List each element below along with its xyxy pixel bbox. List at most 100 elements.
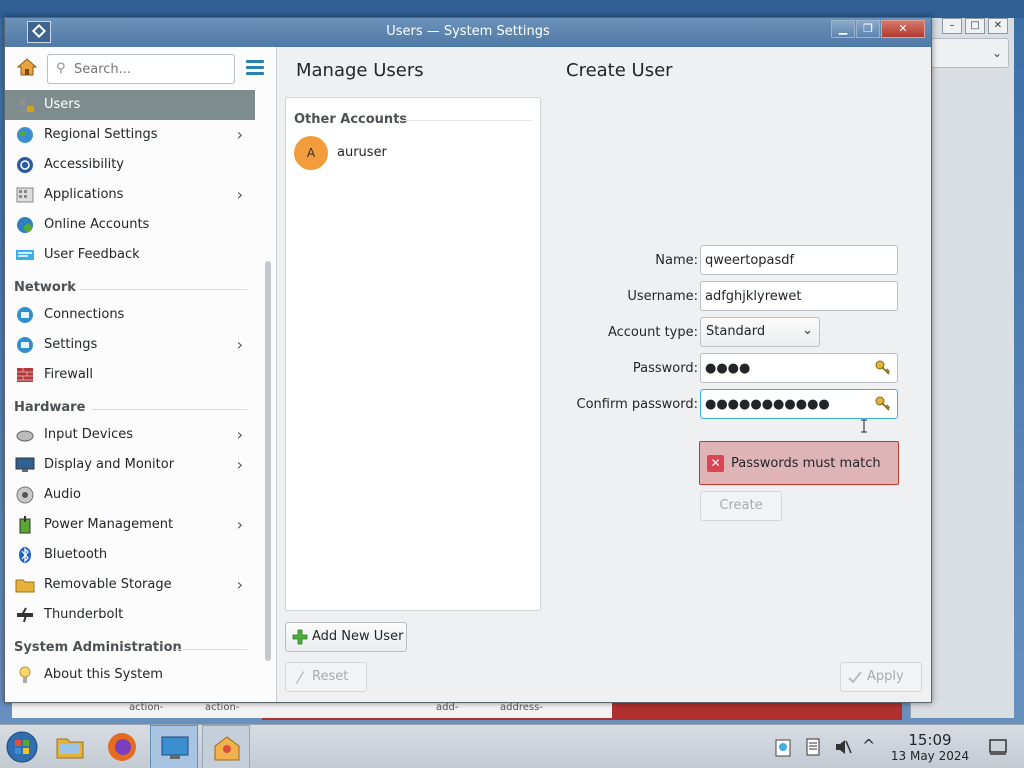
- volume-muted-icon[interactable]: [834, 737, 852, 757]
- start-menu-icon[interactable]: [6, 731, 38, 763]
- hamburger-menu-icon[interactable]: [246, 60, 264, 75]
- maximize-button[interactable]: ❐: [856, 20, 880, 38]
- reset-icon: [296, 671, 304, 684]
- reset-button[interactable]: Reset: [285, 662, 367, 692]
- sidebar-list: Users Regional Settings › Accessibility …: [5, 90, 255, 690]
- section-divider: [91, 409, 247, 410]
- main-content: Manage Users Create User Other Accounts …: [277, 47, 931, 702]
- password-input[interactable]: [705, 359, 870, 377]
- sidebar-item-regional-settings[interactable]: Regional Settings ›: [5, 120, 255, 150]
- password-generator-key-icon[interactable]: [875, 360, 891, 376]
- confirm-password-input[interactable]: [705, 395, 870, 413]
- chevron-up-icon[interactable]: ^: [862, 736, 875, 755]
- firefox-icon[interactable]: [106, 731, 138, 763]
- minimize-button[interactable]: ▁: [831, 20, 855, 38]
- window-controls: ▁ ❐ ✕: [831, 20, 925, 38]
- notes-tray-icon[interactable]: [804, 737, 822, 757]
- close-button[interactable]: ✕: [881, 20, 925, 38]
- search-input[interactable]: [74, 59, 229, 79]
- button-label: Add New User: [312, 629, 404, 644]
- minimize-icon[interactable]: –: [942, 18, 962, 34]
- search-icon: ⚲: [56, 61, 66, 76]
- sidebar-item-label: Display and Monitor: [44, 457, 175, 472]
- chevron-down-icon: ⌄: [802, 323, 813, 338]
- sidebar-item-label: Settings: [44, 337, 98, 352]
- sidebar-item-removable-storage[interactable]: Removable Storage ›: [5, 570, 255, 600]
- show-desktop-icon[interactable]: [988, 737, 1008, 757]
- sidebar-item-bluetooth[interactable]: Bluetooth: [5, 540, 255, 570]
- clock-time[interactable]: 15:09: [890, 731, 970, 749]
- sidebar-item-firewall[interactable]: Firewall: [5, 360, 255, 390]
- button-label: Reset: [312, 669, 349, 684]
- sidebar-item-label: Connections: [44, 307, 125, 322]
- users-icon: [17, 98, 34, 113]
- username-input[interactable]: [705, 287, 870, 305]
- sidebar-item-power-management[interactable]: Power Management ›: [5, 510, 255, 540]
- search-field[interactable]: ⚲: [47, 54, 235, 84]
- sidebar-item-users[interactable]: Users: [5, 90, 255, 120]
- name-label: Name:: [655, 253, 698, 268]
- username-field[interactable]: [700, 281, 898, 311]
- account-list-item[interactable]: A auruser: [286, 136, 540, 172]
- file-manager-icon[interactable]: [54, 731, 86, 763]
- apply-button[interactable]: Apply: [840, 662, 922, 692]
- button-label: Create: [719, 498, 763, 513]
- chevron-right-icon: ›: [236, 575, 243, 594]
- sidebar-item-display-and-monitor[interactable]: Display and Monitor ›: [5, 450, 255, 480]
- sidebar-item-applications[interactable]: Applications ›: [5, 180, 255, 210]
- sidebar-item-input-devices[interactable]: Input Devices ›: [5, 420, 255, 450]
- sidebar-item-online-accounts[interactable]: Online Accounts: [5, 210, 255, 240]
- name-field[interactable]: [700, 245, 898, 275]
- sidebar-scrollbar[interactable]: [261, 89, 275, 702]
- feedback-icon: [16, 250, 34, 260]
- home-icon[interactable]: [17, 58, 37, 76]
- background-combobox[interactable]: ⌄: [931, 38, 1009, 68]
- section-label: System Administration: [14, 640, 182, 655]
- maximize-icon[interactable]: □: [965, 18, 985, 34]
- system-settings-taskbar-button[interactable]: [150, 725, 198, 768]
- name-input[interactable]: [705, 251, 870, 269]
- password-field[interactable]: [700, 353, 898, 383]
- sidebar-header: ⚲: [5, 47, 276, 89]
- sidebar: ⚲ Users Regional Settings › Accessibilit…: [5, 47, 277, 702]
- add-new-user-button[interactable]: Add New User: [285, 622, 407, 652]
- sidebar-item-label: Applications: [44, 187, 124, 202]
- accessibility-icon: [17, 157, 33, 173]
- create-button[interactable]: Create: [700, 491, 782, 521]
- sidebar-item-audio[interactable]: Audio: [5, 480, 255, 510]
- sidebar-item-label: User Feedback: [44, 247, 140, 262]
- account-type-select[interactable]: Standard ⌄: [700, 317, 820, 347]
- close-icon[interactable]: ✕: [988, 18, 1008, 34]
- password-mismatch-error: ✕ Passwords must match: [699, 441, 899, 485]
- section-divider: [79, 289, 247, 290]
- sidebar-item-thunderbolt[interactable]: Thunderbolt: [5, 600, 255, 630]
- password-label: Password:: [632, 361, 698, 376]
- sidebar-item-network-settings[interactable]: Settings ›: [5, 330, 255, 360]
- sidebar-item-label: Removable Storage: [44, 577, 172, 592]
- chevron-down-icon: ⌄: [991, 46, 1002, 60]
- sidebar-item-connections[interactable]: Connections: [5, 300, 255, 330]
- sidebar-item-accessibility[interactable]: Accessibility: [5, 150, 255, 180]
- network-settings-icon: [17, 337, 33, 353]
- sidebar-item-label: Power Management: [44, 517, 174, 532]
- confirm-password-field[interactable]: [700, 389, 898, 419]
- globe-icon: [17, 127, 33, 143]
- title-bar[interactable]: Users — System Settings ▁ ❐ ✕: [5, 18, 931, 47]
- clock-date[interactable]: 13 May 2024: [884, 749, 976, 763]
- chevron-right-icon: ›: [236, 515, 243, 534]
- sidebar-item-about-this-system[interactable]: About this System: [5, 660, 255, 690]
- account-type-label: Account type:: [607, 325, 698, 340]
- accounts-list-panel: Other Accounts A auruser: [285, 97, 541, 611]
- sidebar-section-hardware: Hardware: [5, 390, 255, 420]
- clipboard-tray-icon[interactable]: [774, 737, 792, 757]
- account-type-value: Standard: [706, 324, 766, 339]
- users-taskbar-button[interactable]: [202, 725, 250, 768]
- password-generator-key-icon[interactable]: [875, 396, 891, 412]
- sidebar-item-user-feedback[interactable]: User Feedback: [5, 240, 255, 270]
- monitor-icon: [15, 457, 35, 472]
- scrollbar-thumb[interactable]: [265, 261, 271, 661]
- page-title: Manage Users: [296, 60, 424, 81]
- sidebar-item-label: Users: [44, 97, 81, 112]
- online-accounts-icon: [17, 217, 33, 233]
- sidebar-item-label: Accessibility: [44, 157, 124, 172]
